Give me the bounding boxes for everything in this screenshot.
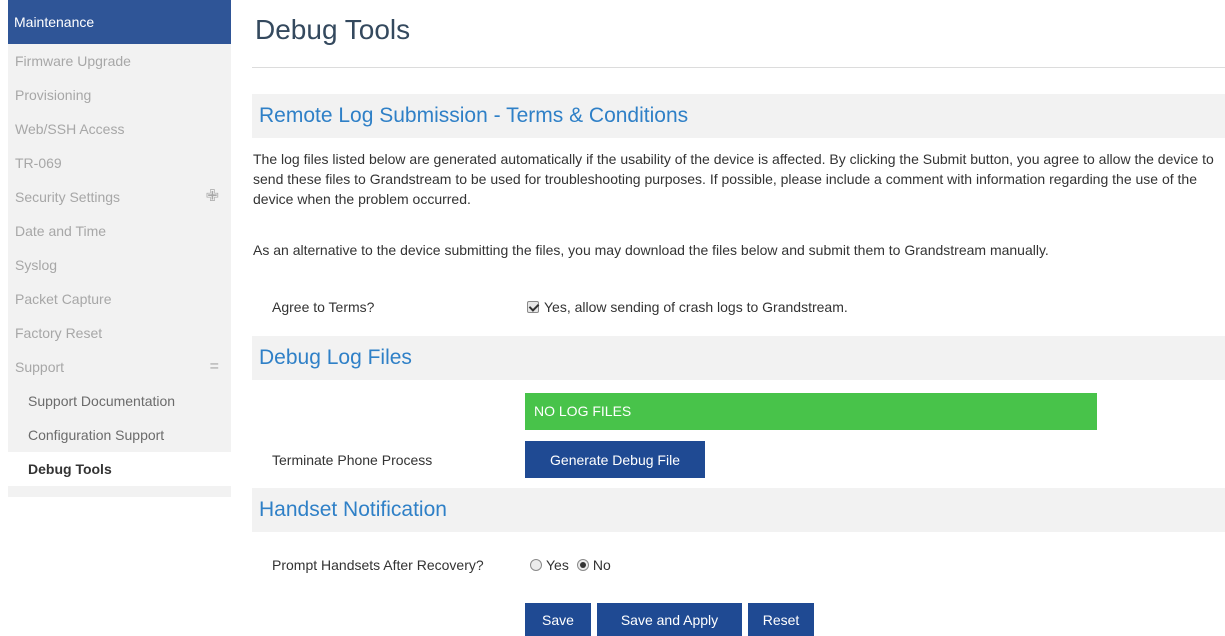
- sidebar-subitem-configuration-support[interactable]: Configuration Support: [8, 418, 231, 452]
- sidebar-item-label: Web/SSH Access: [15, 121, 125, 137]
- sidebar-item-support[interactable]: Support =: [8, 350, 231, 384]
- plus-icon[interactable]: ✙: [206, 180, 219, 214]
- sidebar-item-label: Date and Time: [15, 223, 107, 239]
- sidebar-subitem-label: Support Documentation: [28, 393, 176, 409]
- title-divider: [252, 67, 1225, 68]
- main-content: Debug Tools Remote Log Submission - Term…: [252, 0, 1225, 636]
- agree-to-terms-label: Agree to Terms?: [272, 299, 375, 315]
- sidebar-item-tr-069[interactable]: TR-069: [8, 146, 231, 180]
- sidebar-subitem-label: Configuration Support: [28, 427, 165, 443]
- sidebar-item-label: Security Settings: [15, 189, 121, 205]
- terminate-phone-process-label: Terminate Phone Process: [272, 452, 433, 468]
- save-and-apply-button[interactable]: Save and Apply: [597, 603, 742, 636]
- sidebar-item-label: Support: [15, 359, 65, 375]
- sidebar-item-packet-capture[interactable]: Packet Capture: [8, 282, 231, 316]
- sidebar-item-label: Packet Capture: [15, 291, 112, 307]
- page-title: Debug Tools: [255, 14, 411, 45]
- sidebar-item-label: Syslog: [15, 257, 58, 273]
- sidebar-item-date-and-time[interactable]: Date and Time: [8, 214, 231, 248]
- sidebar-header-maintenance[interactable]: Maintenance: [8, 0, 231, 44]
- generate-debug-file-button[interactable]: Generate Debug File: [525, 441, 705, 478]
- minus-icon[interactable]: =: [210, 350, 219, 384]
- agree-checkbox[interactable]: [527, 301, 539, 313]
- radio-yes-label[interactable]: Yes: [546, 557, 569, 573]
- sidebar-item-label: Factory Reset: [15, 325, 103, 341]
- prompt-handsets-label: Prompt Handsets After Recovery?: [272, 557, 484, 573]
- sidebar-item-label: Firmware Upgrade: [15, 53, 131, 69]
- agree-checkbox-row[interactable]: Yes, allow sending of crash logs to Gran…: [527, 297, 848, 317]
- log-files-status: NO LOG FILES: [525, 393, 1097, 430]
- radio-no[interactable]: [576, 559, 589, 571]
- sidebar-item-firmware-upgrade[interactable]: Firmware Upgrade: [8, 44, 231, 78]
- remote-log-section-heading: Remote Log Submission - Terms & Conditio…: [252, 94, 1225, 138]
- save-button[interactable]: Save: [525, 603, 591, 636]
- sidebar-item-security-settings[interactable]: Security Settings ✙: [8, 180, 231, 214]
- sidebar-item-syslog[interactable]: Syslog: [8, 248, 231, 282]
- debug-log-files-heading: Debug Log Files: [252, 336, 1225, 380]
- reset-button[interactable]: Reset: [748, 603, 814, 636]
- handset-notification-heading: Handset Notification: [252, 488, 1225, 532]
- sidebar-subitem-support-documentation[interactable]: Support Documentation: [8, 384, 231, 418]
- prompt-handsets-radio-group: Yes No: [530, 555, 619, 575]
- sidebar-item-provisioning[interactable]: Provisioning: [8, 78, 231, 112]
- radio-yes[interactable]: [530, 559, 542, 571]
- sidebar-item-label: Provisioning: [15, 87, 92, 103]
- sidebar-item-factory-reset[interactable]: Factory Reset: [8, 316, 231, 350]
- sidebar-item-web-ssh-access[interactable]: Web/SSH Access: [8, 112, 231, 146]
- agree-checkbox-label[interactable]: Yes, allow sending of crash logs to Gran…: [544, 297, 848, 317]
- sidebar-item-label: TR-069: [15, 155, 62, 171]
- radio-no-label[interactable]: No: [593, 557, 611, 573]
- terms-paragraph: The log files listed below are generated…: [253, 151, 1214, 207]
- alternative-paragraph: As an alternative to the device submitti…: [253, 242, 1049, 258]
- sidebar-subitem-label: Debug Tools: [28, 461, 112, 477]
- sidebar-subitem-debug-tools[interactable]: Debug Tools: [8, 452, 231, 486]
- sidebar: Maintenance Firmware Upgrade Provisionin…: [8, 0, 231, 497]
